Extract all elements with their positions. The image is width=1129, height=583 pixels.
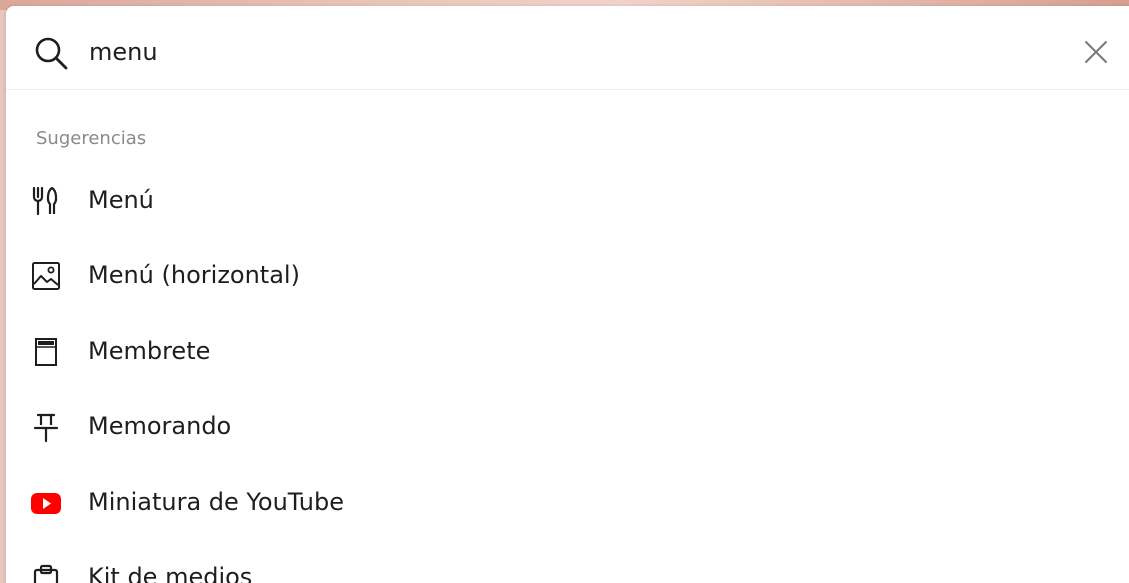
search-bar [6,6,1129,90]
search-suggestions-panel: Sugerencias Menú Menú (horizontal) Membr… [6,6,1129,583]
letterhead-icon [35,338,57,366]
suggestion-label: Kit de medios [88,563,253,583]
suggestion-label: Memorando [88,412,232,440]
utensils-icon [32,186,58,216]
suggestion-item-miniatura-youtube[interactable]: Miniatura de YouTube [6,473,1129,533]
suggestion-item-kit-de-medios[interactable]: Kit de medios [6,548,1129,583]
image-icon [32,262,60,290]
clipboard-icon [33,564,59,583]
suggestion-item-menu-horizontal[interactable]: Menú (horizontal) [6,246,1129,306]
suggestion-label: Membrete [88,337,211,365]
suggestion-label: Menú (horizontal) [88,261,300,289]
close-icon[interactable] [1080,36,1112,68]
suggestion-item-membrete[interactable]: Membrete [6,322,1129,382]
pushpin-icon [33,413,59,443]
search-input[interactable] [89,32,989,72]
suggestion-label: Miniatura de YouTube [88,488,345,516]
suggestion-item-menu[interactable]: Menú [6,171,1129,231]
suggestion-label: Menú [88,186,154,214]
suggestions-heading: Sugerencias [36,128,147,149]
search-icon [35,37,68,70]
suggestion-item-memorando[interactable]: Memorando [6,397,1129,457]
youtube-icon [31,493,61,514]
